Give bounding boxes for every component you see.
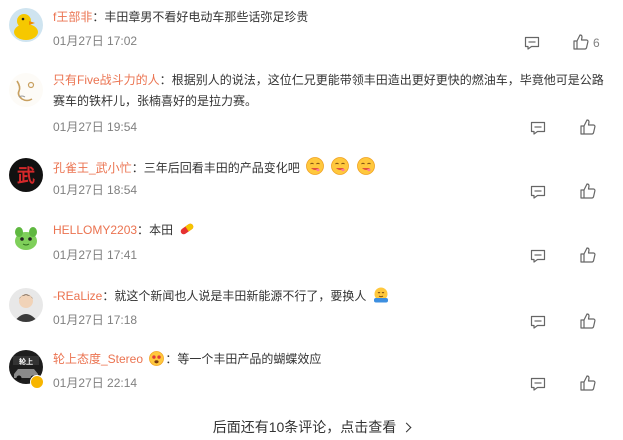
comment-username[interactable]: 只有Five战斗力的人 bbox=[53, 73, 160, 87]
green-creature-avatar[interactable] bbox=[9, 221, 43, 255]
like-count: 6 bbox=[593, 36, 600, 50]
yummy-emoji bbox=[356, 157, 375, 175]
comment-text-line: f王部非：丰田章男不看好电动车那些话弥足珍贵 bbox=[53, 7, 611, 28]
reply-icon[interactable] bbox=[529, 247, 547, 265]
reply-icon[interactable] bbox=[523, 34, 541, 52]
comment-item: HELLOMY2203：本田 01月27日 17:41 bbox=[0, 204, 623, 280]
like-icon[interactable] bbox=[579, 118, 597, 136]
comment-separator: ： bbox=[92, 10, 105, 24]
more-comments-label: 后面还有10条评论，点击查看 bbox=[212, 419, 397, 435]
chevron-right-icon bbox=[401, 422, 412, 433]
comment-separator: ： bbox=[137, 223, 150, 237]
comment-text-line: -REaLize：就这个新闻也人说是丰田新能源不行了，要换人 bbox=[53, 286, 611, 307]
comment-username[interactable]: HELLOMY2203 bbox=[53, 223, 137, 237]
comment-item: 轮上 轮上态度_Stereo ：等一个丰田产品的蝴蝶效应 01月27日 22:1… bbox=[0, 346, 623, 406]
svg-text:武: 武 bbox=[17, 166, 35, 187]
like-icon[interactable] bbox=[579, 312, 597, 330]
more-comments-link[interactable]: 后面还有10条评论，点击查看 bbox=[0, 417, 623, 437]
reply-icon[interactable] bbox=[529, 375, 547, 393]
calligraphy-avatar[interactable]: 武 bbox=[9, 158, 43, 192]
reply-icon[interactable] bbox=[529, 313, 547, 331]
comment-body: 三年后回看丰田的产品变化吧 bbox=[143, 161, 300, 175]
comment-separator: ： bbox=[131, 161, 144, 175]
reply-icon[interactable] bbox=[529, 183, 547, 201]
person-avatar[interactable] bbox=[9, 288, 43, 322]
like-icon[interactable] bbox=[579, 246, 597, 264]
comment-separator: ： bbox=[165, 352, 178, 366]
comment-time: 01月27日 19:54 bbox=[53, 120, 138, 134]
yummy-emoji bbox=[306, 157, 324, 175]
comment-time: 01月27日 17:18 bbox=[53, 313, 138, 327]
comment-separator: ： bbox=[159, 73, 172, 87]
comment-time: 01月27日 22:14 bbox=[53, 376, 138, 390]
comment-text-line: HELLOMY2203：本田 bbox=[53, 220, 611, 241]
like-icon[interactable] bbox=[572, 33, 590, 51]
reply-icon[interactable] bbox=[529, 119, 547, 137]
comment-item: -REaLize：就这个新闻也人说是丰田新能源不行了，要换人 01月27日 17… bbox=[0, 280, 623, 346]
comment-item: 武 孔雀王_武小忙：三年后回看丰田的产品变化吧 01月27日 18:54 bbox=[0, 144, 623, 204]
comment-username[interactable]: 孔雀王_武小忙 bbox=[53, 161, 132, 175]
comment-body: 丰田章男不看好电动车那些话弥足珍贵 bbox=[104, 10, 309, 24]
comment-body: 等一个丰田产品的蝴蝶效应 bbox=[177, 352, 322, 366]
hug-emoji bbox=[373, 287, 388, 303]
comment-time: 01月27日 17:02 bbox=[53, 34, 138, 48]
comment-time: 01月27日 18:54 bbox=[53, 183, 138, 197]
comment-username[interactable]: -REaLize bbox=[53, 289, 102, 303]
yummy-emoji bbox=[331, 157, 350, 175]
like-icon[interactable] bbox=[579, 182, 597, 200]
svg-text:轮上: 轮上 bbox=[19, 357, 33, 366]
comment-item: f王部非：丰田章男不看好电动车那些话弥足珍贵 01月27日 17:02 6 bbox=[0, 0, 623, 60]
comment-body: 就这个新闻也人说是丰田新能源不行了，要换人 bbox=[114, 289, 367, 303]
comment-time: 01月27日 17:41 bbox=[53, 248, 138, 262]
comment-separator: ： bbox=[102, 289, 115, 303]
comment-text-line: 只有Five战斗力的人：根据别人的说法，这位仁兄更能带领丰田造出更好更快的燃油车… bbox=[53, 70, 611, 112]
excited-emoji bbox=[149, 351, 165, 366]
duck-avatar[interactable] bbox=[9, 8, 43, 42]
pill-emoji bbox=[181, 223, 194, 235]
comment-text-line: 孔雀王_武小忙：三年后回看丰田的产品变化吧 bbox=[53, 156, 611, 179]
comment-item: 只有Five战斗力的人：根据别人的说法，这位仁兄更能带领丰田造出更好更快的燃油车… bbox=[0, 60, 623, 144]
comment-username[interactable]: f王部非 bbox=[53, 10, 92, 24]
comment-username[interactable]: 轮上态度_Stereo bbox=[53, 352, 143, 366]
comment-text-line: 轮上态度_Stereo ：等一个丰田产品的蝴蝶效应 bbox=[53, 349, 611, 370]
comment-body: 本田 bbox=[149, 223, 174, 237]
like-icon[interactable] bbox=[579, 374, 597, 392]
verified-badge-icon bbox=[30, 375, 44, 389]
sketch-avatar[interactable] bbox=[9, 73, 43, 107]
